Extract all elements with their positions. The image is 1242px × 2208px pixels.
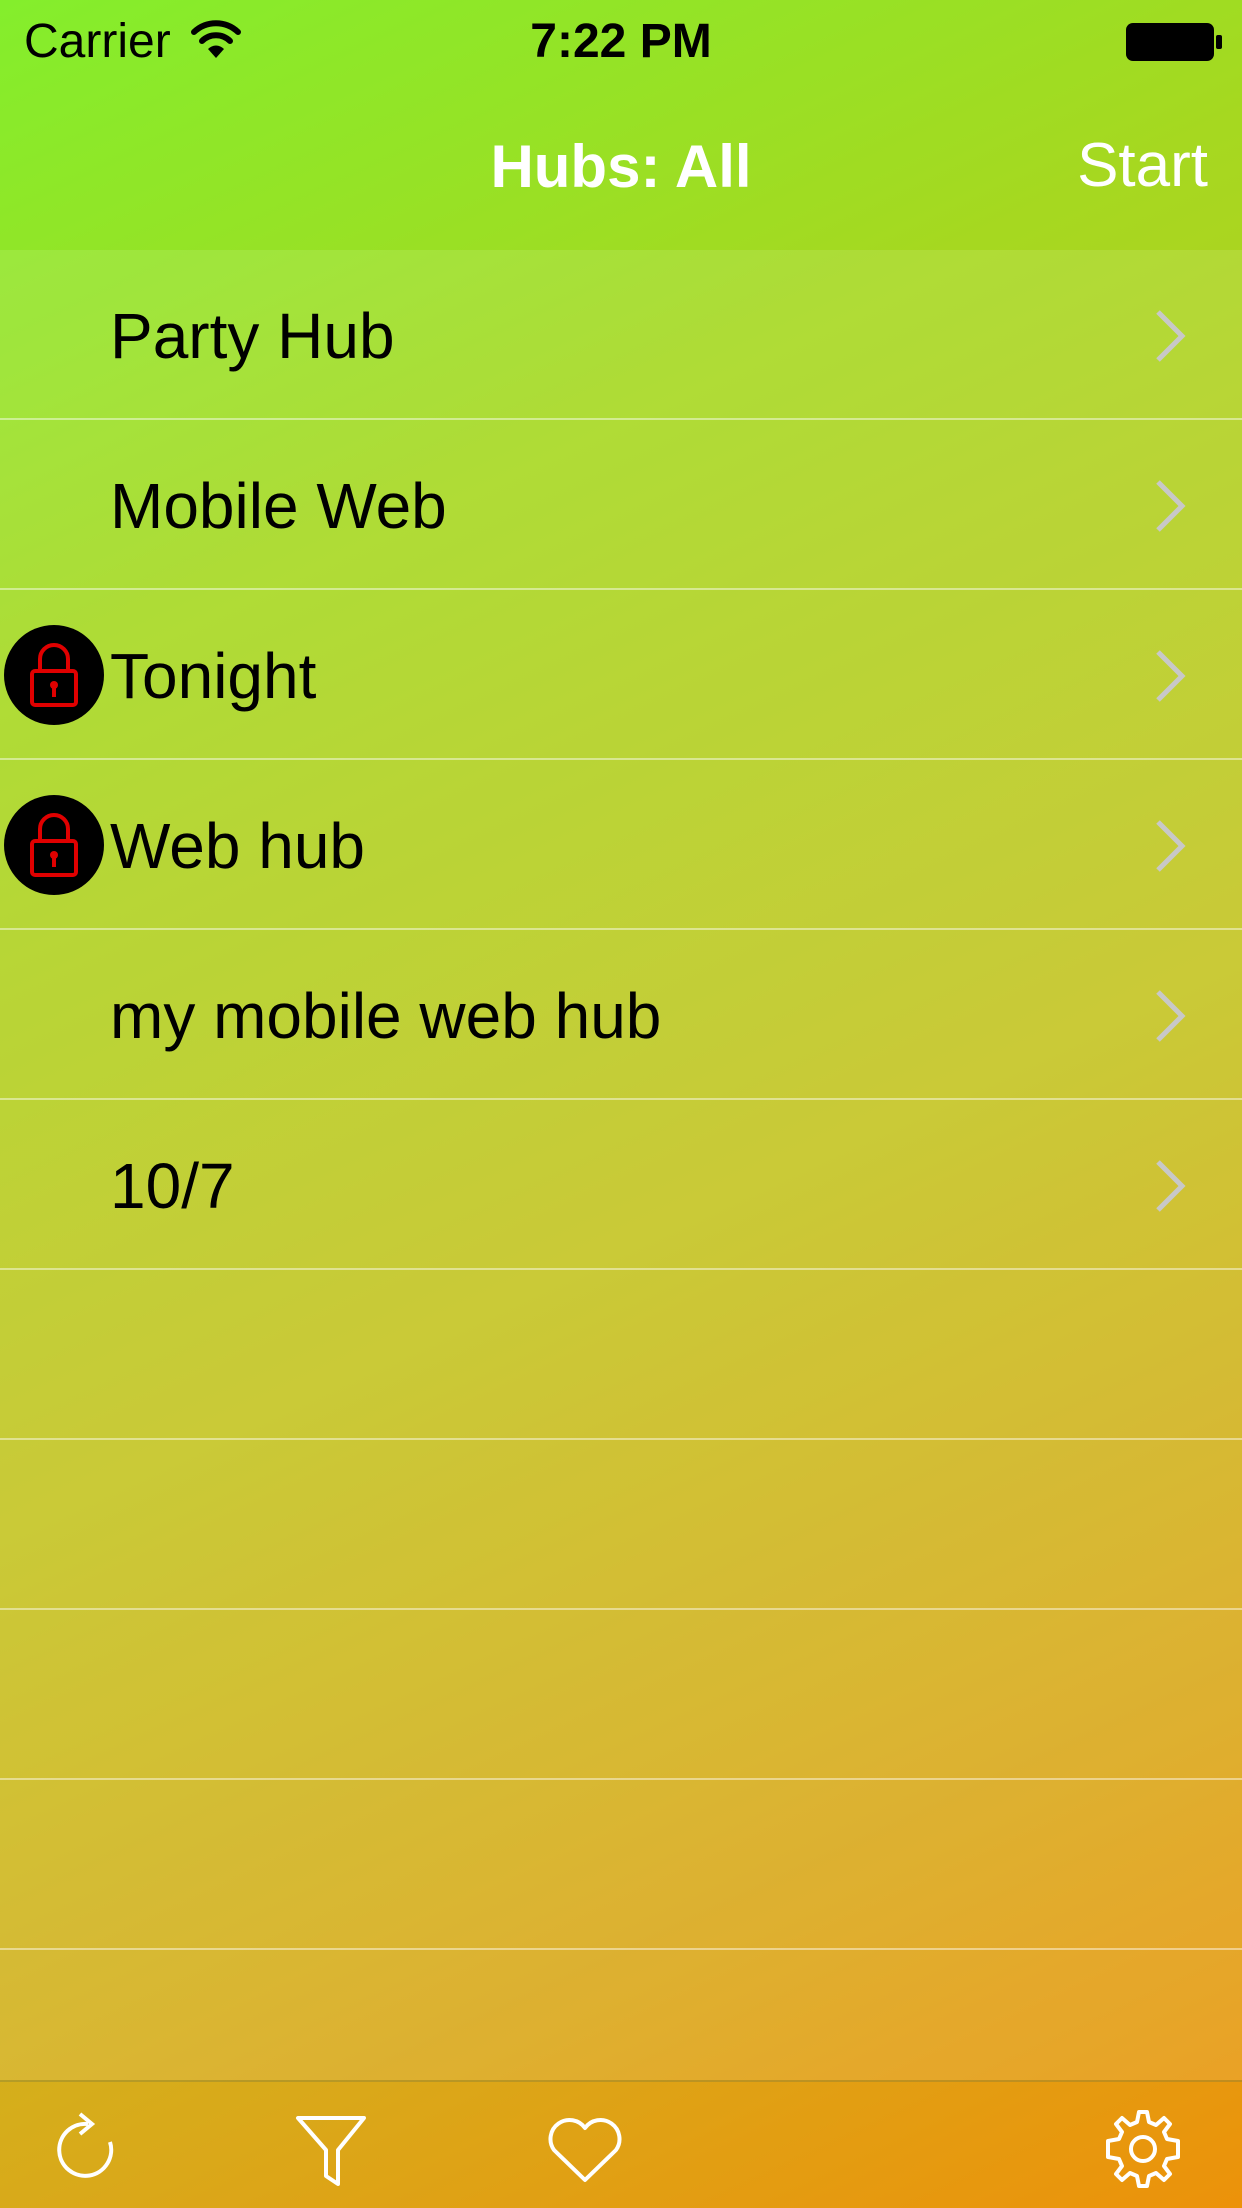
heart-icon[interactable] xyxy=(540,2104,630,2194)
filter-icon[interactable] xyxy=(286,2104,376,2194)
hub-label: my mobile web hub xyxy=(110,980,662,1052)
gear-icon[interactable] xyxy=(1098,2104,1188,2194)
page-title: Hubs: All xyxy=(490,133,752,200)
list-item[interactable]: Mobile Web xyxy=(0,420,1242,590)
hub-label: Party Hub xyxy=(110,300,395,372)
hub-label: Mobile Web xyxy=(110,470,447,542)
empty-row xyxy=(0,1440,1242,1610)
list-item[interactable]: Tonight xyxy=(0,590,1242,760)
lock-icon xyxy=(4,625,104,725)
start-button[interactable]: Start xyxy=(1077,130,1208,202)
hub-label: Tonight xyxy=(110,640,317,712)
refresh-icon[interactable] xyxy=(44,2104,134,2194)
empty-row xyxy=(0,1610,1242,1780)
status-bar: Carrier 7:22 PM xyxy=(0,0,1242,84)
chevron-right-icon xyxy=(1156,310,1186,362)
hub-label: 10/7 xyxy=(110,1150,235,1222)
status-time: 7:22 PM xyxy=(530,15,712,68)
list-item[interactable]: 10/7 xyxy=(0,1100,1242,1270)
empty-row xyxy=(0,1270,1242,1440)
empty-row xyxy=(0,1780,1242,1950)
chevron-right-icon xyxy=(1156,650,1186,702)
chevron-right-icon xyxy=(1156,820,1186,872)
lock-icon xyxy=(4,795,104,895)
navigation-bar: Hubs: All Start xyxy=(0,84,1242,248)
chevron-right-icon xyxy=(1156,480,1186,532)
list-item[interactable]: Web hub xyxy=(0,760,1242,930)
hub-list: Party Hub Mobile Web Tonight Web hub my … xyxy=(0,250,1242,2080)
empty-row xyxy=(0,1950,1242,2080)
chevron-right-icon xyxy=(1156,1160,1186,1212)
list-item[interactable]: my mobile web hub xyxy=(0,930,1242,1100)
battery-icon xyxy=(1124,20,1224,64)
tab-bar xyxy=(0,2080,1242,2208)
hub-label: Web hub xyxy=(110,810,365,882)
chevron-right-icon xyxy=(1156,990,1186,1042)
list-item[interactable]: Party Hub xyxy=(0,250,1242,420)
